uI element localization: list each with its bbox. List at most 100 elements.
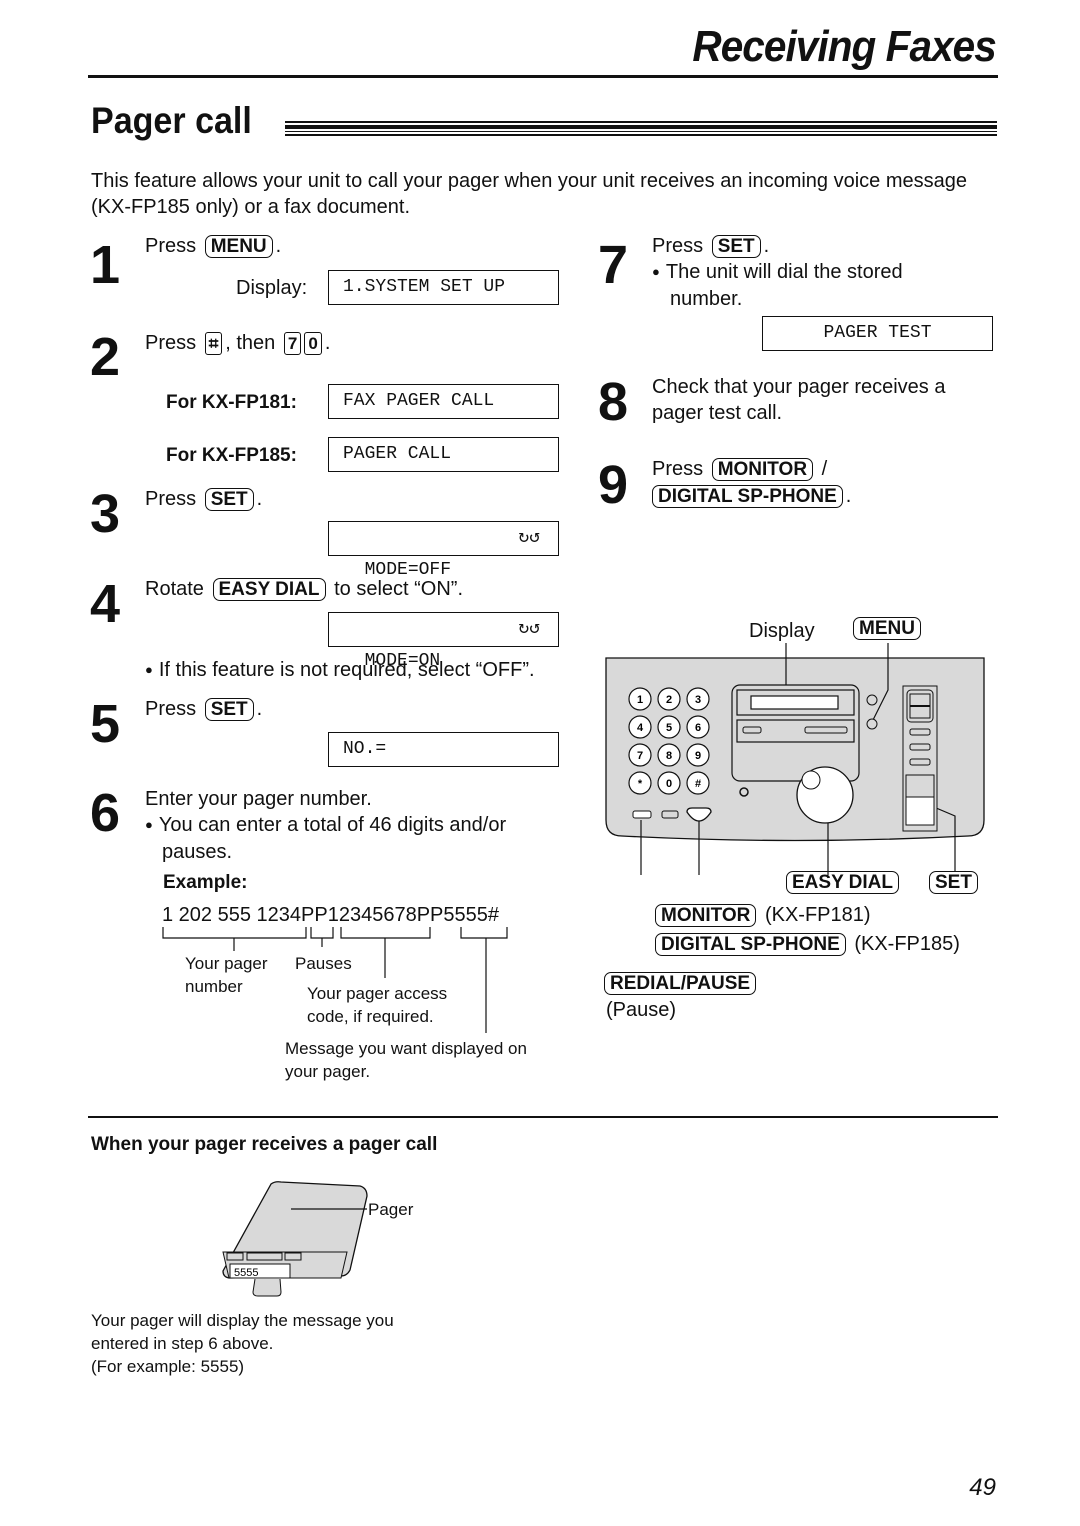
lcd-display: PAGER CALL <box>328 437 559 472</box>
lcd-display: NO.= <box>328 732 559 767</box>
monitor-key: MONITOR <box>655 904 757 927</box>
step-number-4: 4 <box>90 574 121 634</box>
panel-set-label: SET <box>926 869 981 895</box>
header-rule <box>88 75 998 78</box>
keypad-label: 2 <box>666 694 672 706</box>
pager-section-heading: When your pager receives a pager call <box>91 1134 438 1155</box>
step-number-3: 3 <box>90 484 121 544</box>
keypad-label: 4 <box>637 722 644 734</box>
step-number-1: 1 <box>90 235 121 295</box>
rotate-arrows-icon: ↻↺ <box>518 528 540 548</box>
keypad-label: 8 <box>666 750 672 762</box>
keypad-label: 0 <box>666 778 672 790</box>
step-6-note: You can enter a total of 46 digits and/o… <box>145 812 506 840</box>
section-title: Receiving Faxes <box>692 22 997 71</box>
panel-redial-label: REDIAL/PAUSE <box>604 970 759 996</box>
hash-key: ⌗ <box>204 332 223 355</box>
keypad-label: 7 <box>637 750 643 762</box>
press-label: Press <box>145 698 197 720</box>
easy-dial-key: EASY DIAL <box>212 578 326 601</box>
keypad-label: * <box>638 778 643 790</box>
menu-button <box>866 718 878 730</box>
step-6-note-cont: pauses. <box>162 841 233 863</box>
step-7-note-cont: number. <box>670 288 743 310</box>
display-label: Display: <box>236 277 308 299</box>
panel-menu-label: MENU <box>850 615 924 641</box>
set-key: SET <box>204 488 254 511</box>
callout-pager-number: Your pager number <box>185 954 268 996</box>
press-label: Press <box>145 332 197 354</box>
model-kx-fp185-label: For KX-FP185: <box>166 445 297 466</box>
pager-label: Pager <box>368 1200 414 1219</box>
panel-digital-label: DIGITAL SP-PHONE (KX-FP185) <box>652 931 960 957</box>
step-4-note: If this feature is not required, select … <box>145 657 535 685</box>
lcd-display: MODE=OFF ↻↺ <box>328 521 559 580</box>
pager-caption: Your pager will display the message you … <box>91 1311 394 1376</box>
keypad-label: 1 <box>637 694 643 706</box>
press-label: Press <box>145 488 197 510</box>
redial-pause-key: REDIAL/PAUSE <box>604 972 757 995</box>
menu-key: MENU <box>204 235 273 258</box>
model-kx-fp181-label: For KX-FP181: <box>166 392 297 413</box>
page-number: 49 <box>969 1474 996 1501</box>
lcd-display: PAGER TEST <box>762 316 993 351</box>
keypad-label: 6 <box>695 722 701 734</box>
keypad-label: # <box>695 778 701 790</box>
step-7-instruction: Press SET. <box>652 235 770 258</box>
step-number-8: 8 <box>598 372 629 432</box>
lcd-display: 1.SYSTEM SET UP <box>328 270 559 305</box>
step-number-2: 2 <box>90 327 121 387</box>
step-number-7: 7 <box>598 235 629 295</box>
step-2-instruction: Press ⌗, then 70. <box>145 332 331 355</box>
panel-monitor-label: MONITOR (KX-FP181) <box>652 902 871 928</box>
panel-pause-note: (Pause) <box>606 999 677 1021</box>
lcd-display: FAX PAGER CALL <box>328 384 559 419</box>
step-9-instruction-cont: DIGITAL SP-PHONE. <box>652 483 851 509</box>
easy-dial-key: EASY DIAL <box>786 871 900 894</box>
panel-easy-dial-label: EASY DIAL <box>783 869 902 895</box>
lcd-display: MODE=ON ↻↺ <box>328 612 559 671</box>
press-label: Press <box>652 458 704 480</box>
digit-0-key: 0 <box>304 332 322 355</box>
pager-illustration: 5555 <box>222 1181 368 1297</box>
step-1-instruction: Press MENU. <box>145 235 282 258</box>
set-key: SET <box>711 235 761 258</box>
keypad-label: 3 <box>695 694 701 706</box>
step-number-6: 6 <box>90 783 121 843</box>
fax-control-panel: 1 2 3 4 5 6 7 8 9 * 0 # <box>605 643 985 875</box>
redial-pause-button <box>632 810 652 819</box>
keypad-label: 9 <box>695 750 701 762</box>
step-9-instruction: Press MONITOR / <box>652 458 828 481</box>
keypad-label: 5 <box>666 722 672 734</box>
step-number-5: 5 <box>90 694 121 754</box>
callout-pauses: Pauses <box>295 954 352 973</box>
digit-7-key: 7 <box>283 332 302 355</box>
digital-sp-phone-key: DIGITAL SP-PHONE <box>652 485 843 508</box>
step-3-instruction: Press SET. <box>145 488 263 511</box>
set-key: SET <box>929 871 978 894</box>
step-4-instruction: Rotate EASY DIAL to select “ON”. <box>145 576 463 602</box>
display-screen <box>750 695 839 710</box>
section-divider <box>88 1116 998 1118</box>
callout-access-code: Your pager access code, if required. <box>307 984 448 1026</box>
set-key: SET <box>204 698 254 721</box>
step-number-9: 9 <box>598 455 629 515</box>
step-5-instruction: Press SET. <box>145 698 263 721</box>
intro-paragraph: This feature allows your unit to call yo… <box>91 170 967 218</box>
title-decoration-lines <box>285 121 997 136</box>
monitor-key: MONITOR <box>711 458 814 481</box>
then-label: , then <box>225 332 276 354</box>
press-label: Press <box>652 235 704 257</box>
digital-sp-phone-key: DIGITAL SP-PHONE <box>655 933 846 956</box>
rotate-arrows-icon: ↻↺ <box>518 619 540 639</box>
set-button <box>905 796 935 826</box>
pager-screen-text: 5555 <box>234 1267 258 1279</box>
step-8-instruction: Check that your pager receives a pager t… <box>652 376 946 424</box>
select-on-label: to select “ON”. <box>334 578 463 600</box>
menu-key: MENU <box>853 617 921 640</box>
page-title: Pager call <box>91 100 252 141</box>
step-7-note: The unit will dial the stored <box>652 259 903 287</box>
callout-message: Message you want displayed on your pager… <box>285 1039 527 1081</box>
rotate-label: Rotate <box>145 578 204 600</box>
example-label: Example: <box>163 872 248 893</box>
